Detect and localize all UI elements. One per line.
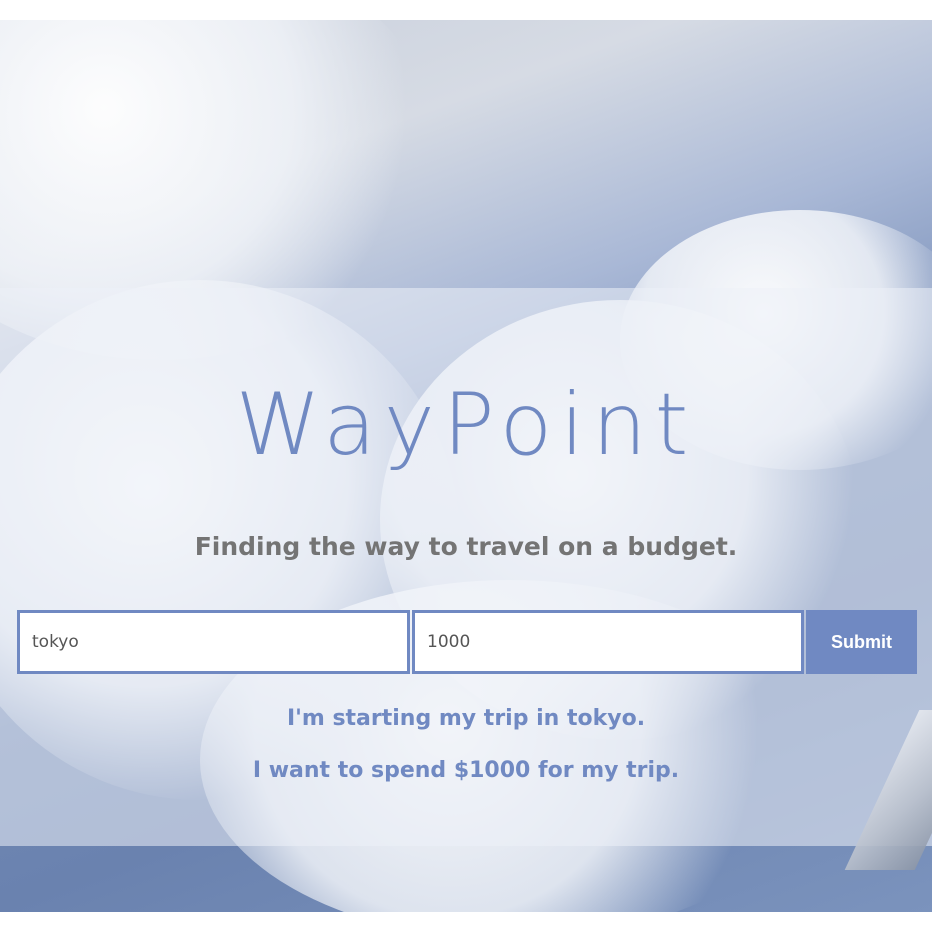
brand-title: WayPoint (235, 375, 697, 475)
start-city-input[interactable] (17, 610, 410, 674)
submit-button[interactable]: Submit (806, 610, 917, 674)
tagline: Finding the way to travel on a budget. (194, 532, 738, 561)
trip-start-summary: I'm starting my trip in tokyo. (286, 706, 646, 731)
trip-budget-summary: I want to spend $1000 for my trip. (252, 758, 680, 783)
budget-input[interactable] (412, 610, 804, 674)
